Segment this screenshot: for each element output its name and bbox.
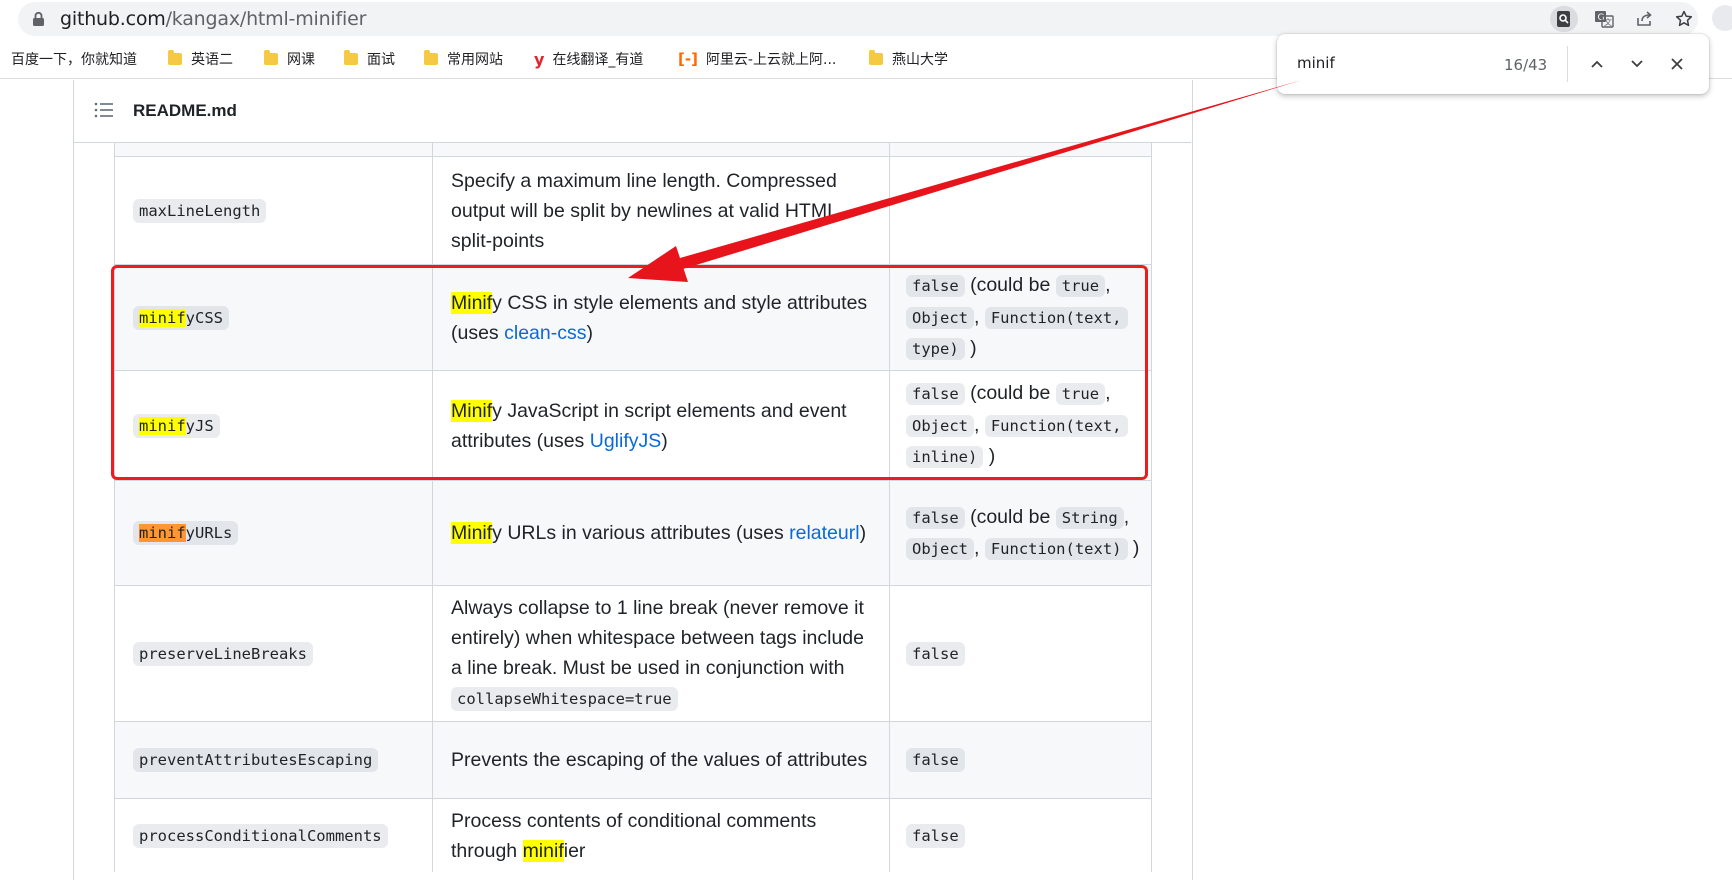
annotation-arrow <box>628 80 1302 282</box>
arrow-head <box>628 246 688 282</box>
arrow-shaft <box>680 80 1302 269</box>
